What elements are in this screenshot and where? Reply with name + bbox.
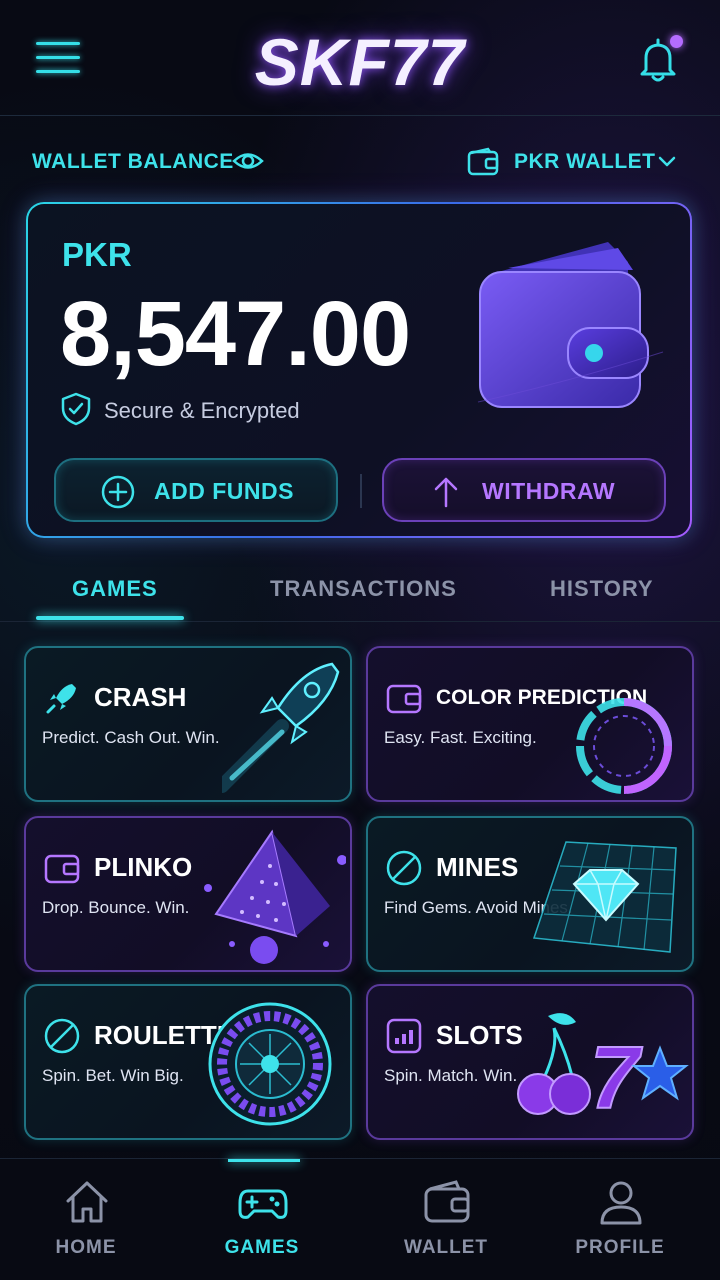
game-subtitle: Predict. Cash Out. Win. [42,728,220,747]
nav-label: GAMES [224,1237,300,1258]
shield-check-icon [61,392,91,426]
notification-dot [670,35,683,48]
nav-item-wallet[interactable]: WALLET [386,1175,506,1275]
eye-icon[interactable] [232,148,264,174]
tab-history[interactable]: HISTORY [550,576,654,602]
game-subtitle: Spin. Bet. Win Big. [42,1066,184,1085]
plus-circle-icon [101,475,135,509]
slots-illustration: 7 [517,1013,689,1128]
game-subtitle: Spin. Match. Win. [384,1066,518,1085]
nav-label: HOME [55,1237,117,1258]
gamepad-icon [238,1189,288,1219]
tab-transactions[interactable]: TRANSACTIONS [270,576,457,602]
game-card-crash[interactable]: CRASH Predict. Cash Out. Win. [24,646,352,802]
game-card-roulette[interactable]: ROULETTE Spin. Bet. Win Big. [24,984,352,1140]
wallet-icon [467,147,499,176]
game-subtitle: Easy. Fast. Exciting. [384,728,537,747]
pyramid-illustration [204,829,346,964]
withdraw-label: WITHDRAW [482,478,616,504]
tab-active-indicator [36,616,184,620]
add-funds-button[interactable]: ADD FUNDS [54,458,338,522]
game-subtitle: Drop. Bounce. Win. [42,898,190,917]
wallet-icon [386,684,422,714]
nav-item-home[interactable]: HOME [26,1175,146,1275]
app-logo: SKF77 [254,25,466,99]
game-card-color-prediction[interactable]: COLOR PREDICTION Easy. Fast. Exciting. [366,646,694,802]
add-funds-label: ADD FUNDS [154,478,294,504]
wallet-selector[interactable]: PKR WALLET [466,144,686,180]
nav-active-indicator [228,1159,300,1162]
game-title: PLINKO [94,852,193,882]
tab-games[interactable]: GAMES [72,576,158,602]
app-header: SKF77 [0,0,720,116]
compass-icon [44,1018,80,1054]
bottom-nav: HOME GAMES WALLET PROFILE [0,1158,720,1280]
nav-label: PROFILE [575,1237,665,1258]
chevron-down-icon [658,156,676,167]
tab-bar: GAMES TRANSACTIONS HISTORY [0,556,720,622]
arrow-up-icon [434,477,458,508]
button-divider [360,474,362,508]
nav-label: WALLET [403,1237,489,1258]
nav-item-profile[interactable]: PROFILE [560,1175,680,1275]
game-card-mines[interactable]: MINES Find Gems. Avoid Mines. [366,816,694,972]
wallet-icon [44,854,80,884]
game-card-slots[interactable]: SLOTS Spin. Match. Win. 7 [366,984,694,1140]
game-title: SLOTS [436,1020,523,1050]
game-title: MINES [436,852,519,882]
wallet-icon [424,1180,470,1223]
game-card-plinko[interactable]: PLINKO Drop. Bounce. Win. [24,816,352,972]
wallet-selector-label: PKR WALLET [514,150,656,173]
grid-icon [386,1018,422,1054]
wallet-balance-label: WALLET BALANCE [32,150,234,173]
mines-grid-illustration [532,841,677,953]
compass-icon [386,850,422,886]
balance-card: PKR 8,547.00 Secure & Encrypted ADD FUND… [26,202,692,538]
game-title: CRASH [94,682,187,712]
balance-currency: PKR [62,236,132,273]
withdraw-button[interactable]: WITHDRAW [382,458,666,522]
home-icon [66,1181,108,1223]
secure-text: Secure & Encrypted [104,398,300,423]
rocket-icon [46,684,76,714]
rocket-illustration [222,662,340,793]
nav-item-games[interactable]: GAMES [202,1175,322,1275]
roulette-wheel-illustration [208,1002,332,1126]
balance-amount: 8,547.00 [60,283,411,385]
wallet-illustration [477,242,664,408]
color-ring-illustration [576,698,672,794]
svg-text:7: 7 [590,1028,643,1127]
user-icon [600,1181,642,1225]
